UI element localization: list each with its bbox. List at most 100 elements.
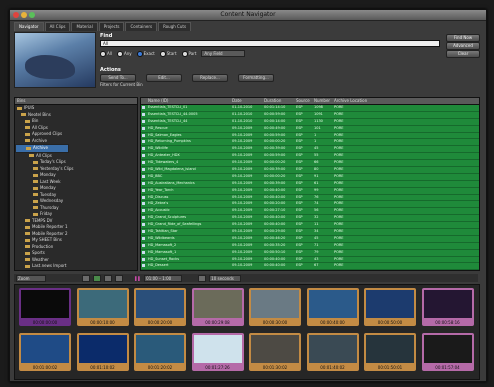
table-cell: 00:00:00:20 (264, 173, 286, 178)
table-row[interactable]: HD_Mamasoft_2 09-10-2009 00:00:35:20 ESP 71 P… (141, 242, 479, 250)
tab-all-clips[interactable]: All Clips (44, 22, 71, 31)
edit-button[interactable]: Edit... (146, 74, 182, 82)
clip-thumbnail[interactable]: 00:00:00:00 (19, 288, 71, 326)
column-header[interactable]: Name (ID) (147, 98, 231, 104)
clip-thumbnail[interactable]: 00:01:57:04 (421, 333, 474, 371)
clip-thumbnail[interactable]: 00:01:20:02 (134, 333, 186, 371)
clip-thumbnail[interactable]: 00:00:30:00 (249, 288, 301, 326)
clip-timecode: 00:00:30:00 (262, 320, 288, 325)
tab-containers[interactable]: Containers (125, 22, 158, 31)
marker-icon[interactable]: ▌▌ (135, 276, 141, 281)
folder-icon (25, 225, 30, 229)
table-row[interactable]: HD_Mamasoft_1 09-10-2009 00:00:50:10 ESP 79 P… (141, 249, 479, 257)
table-row[interactable]: HD_Salmon_Eagles 09-10-2009 00:00:59:00 ESP… (141, 132, 479, 140)
clip-frame (136, 335, 184, 363)
table-row[interactable]: HD_Tidewaters_4 09-10-2009 00:00:00:20 ESP 6… (141, 160, 479, 168)
table-row[interactable]: HD_Returning_Pumpkins 09-10-2009 00:00:00:… (141, 139, 479, 147)
clip-thumbnail[interactable]: 00:01:27:26 (191, 333, 244, 371)
table-row[interactable]: HD_Zebra's 09-10-2009 00:00:20:00 ESP 74 PORE (141, 201, 479, 209)
table-cell: HD_Australians_Mechanics (148, 180, 195, 185)
tab-projects[interactable]: Projects (98, 22, 125, 31)
tab-rough-cuts[interactable]: Rough Cuts (158, 22, 192, 31)
clip-thumbnail[interactable]: 00:01:00:02 (19, 333, 71, 371)
table-row[interactable]: HD_Anteater_HDX 09-10-2009 00:00:59:00 ESP 5… (141, 153, 479, 161)
find-now-button[interactable]: Find Now (446, 34, 480, 42)
send-to-button[interactable]: Send To... (100, 74, 136, 82)
table-cell: PORE (334, 153, 344, 158)
folder-icon (33, 193, 38, 196)
radio-exact[interactable]: Exact (136, 50, 155, 57)
play-button[interactable] (93, 274, 101, 282)
replace-button[interactable]: Replace... (192, 74, 228, 82)
clip-thumbnail[interactable]: 00:00:29:08 (191, 288, 244, 326)
bin-item[interactable]: All TV (15, 270, 137, 271)
clip-thumbnail[interactable]: 00:01:40:02 (306, 333, 359, 371)
search-input[interactable]: All (100, 40, 440, 47)
table-row[interactable]: HD_Australians_Mechanics 09-10-2009 00:00:… (141, 180, 479, 188)
clip-thumbnail[interactable]: 00:00:40:00 (306, 288, 359, 326)
advanced-button[interactable]: Advanced (446, 42, 480, 50)
radio-start[interactable]: Start (159, 50, 177, 57)
table-row[interactable]: HD_Rescue 09-10-2009 00:00:49:00 ESP 101 PORE (141, 125, 479, 133)
bin-item[interactable]: Archive (15, 144, 69, 153)
table-row[interactable]: HD_Tahitian_Star 09-10-2009 00:00:29:00 ESP… (141, 229, 479, 236)
folder-icon (25, 232, 30, 235)
table-cell: ESP (296, 146, 303, 151)
table-row[interactable]: HD_The_Macauley_Library_Birds_in_Hawaii0… (141, 270, 479, 271)
formatting-button[interactable]: Formatting... (238, 74, 274, 82)
radio-all[interactable]: All (100, 50, 112, 57)
table-row[interactable]: HD_Wildlife 09-10-2009 00:00:39:00 ESP 45 POR… (141, 146, 479, 154)
clip-thumbnail[interactable]: 00:00:10:00 (76, 288, 129, 326)
radio-part[interactable]: Part (181, 50, 196, 57)
clip-thumbnail[interactable]: 00:01:30:02 (249, 333, 301, 371)
bin-item-label: TEMPS DV (32, 217, 53, 223)
table-row[interactable]: HD_Wildbeards 09-10-2009 00:00:46:20 ESP 45 P… (141, 235, 479, 243)
clip-frame (366, 335, 414, 363)
clip-thumbnail[interactable]: 00:01:50:01 (364, 333, 416, 371)
table-row[interactable]: HD_BBC 09-10-2009 00:00:00:20 ESP 91 PORE (141, 173, 479, 181)
radio-any[interactable]: Any (116, 50, 132, 57)
end-button[interactable] (115, 274, 123, 282)
table-cell: 09-10-2009 (232, 180, 253, 185)
table-row[interactable]: HD_Discuss 09-10-2009 00:00:40:00 ESP 76 PORE (141, 194, 479, 202)
tab-navigator[interactable]: Navigator (14, 22, 44, 31)
interval-button[interactable] (198, 274, 207, 282)
zoom-select[interactable]: Zoom (16, 274, 46, 282)
column-header[interactable]: Number (313, 98, 333, 104)
table-row[interactable]: HD_Grand_Sculptures 09-10-2009 00:00:40:00… (141, 215, 479, 223)
table-row[interactable]: Essentials_TESTCLI_44-0005 01-10-2010 00:0… (141, 111, 479, 119)
table-cell: 101 (314, 125, 321, 130)
table-cell: 00:00:49:00 (264, 125, 286, 130)
table-row[interactable]: HD_Year_Torch 09-10-2009 00:00:40:00 ESP 99 P… (141, 187, 479, 195)
table-row[interactable]: HD_Dessert 09-10-2009 00:00:40:00 ESP 67 PORE (141, 263, 479, 270)
table-cell: ESP (296, 132, 303, 137)
table-row[interactable]: HD_Acoustic 09-10-2009 00:00:27:10 ESP 56 POR… (141, 208, 479, 216)
clear-button[interactable]: Clear (446, 50, 480, 58)
field-select[interactable]: Any Field (201, 50, 246, 57)
tab-material[interactable]: Material (71, 22, 98, 31)
column-header[interactable]: Archive Location (333, 98, 383, 104)
table-row[interactable]: Essentials_TESTCLI_44 01-10-2010 00:00:14:… (141, 118, 479, 126)
table-cell: HD_Dessert (148, 263, 169, 268)
column-header[interactable]: Date (231, 98, 263, 104)
table-row[interactable]: HD_Grand_Ride_of_Seafellings 09-10-2009 00… (141, 222, 479, 230)
table-row[interactable]: Essentials_TESTCLI_01 01-10-2010 00:01:14:… (141, 105, 479, 112)
table-cell: Essentials_TESTCLI_01 (148, 105, 188, 109)
column-header[interactable]: Duration (263, 98, 295, 104)
rewind-button[interactable] (82, 274, 90, 282)
column-header[interactable]: Source (295, 98, 313, 104)
forward-button[interactable] (104, 274, 112, 282)
bin-item-label: Last.news Import (32, 263, 67, 268)
table-cell: HD_Wildlife (148, 146, 168, 151)
table-cell: PORE (334, 167, 344, 172)
table-row[interactable]: HD_Sunset_Rocks 09-10-2009 00:00:40:00 ESP 4… (141, 256, 479, 264)
interval-select[interactable]: 10 seconds (209, 274, 242, 282)
clip-thumbnail[interactable]: 00:01:10:02 (76, 333, 129, 371)
clip-thumbnail[interactable]: 00:00:50:00 (364, 288, 416, 326)
clip-thumbnail[interactable]: 00:00:58:16 (421, 288, 474, 326)
table-row[interactable]: HD_Wild_Magdalena_Island 09-10-2009 00:00:… (141, 167, 479, 174)
range-select[interactable]: 01:00 – 1:00 (144, 274, 183, 282)
table-cell: 32 (314, 215, 319, 220)
table-cell: PORE (334, 146, 344, 151)
clip-thumbnail[interactable]: 00:00:20:00 (134, 288, 186, 326)
